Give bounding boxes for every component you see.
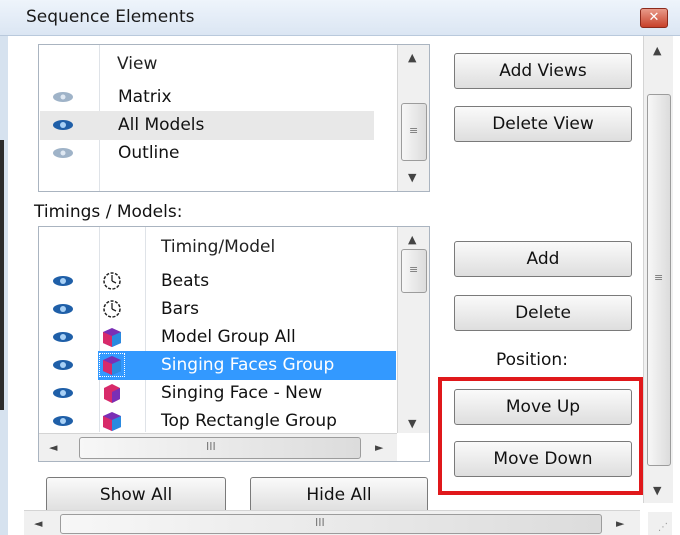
views-column-header: View [117,54,158,74]
view-row-matrix[interactable]: Matrix [40,83,374,112]
view-label: Outline [118,143,180,163]
timing-label: Beats [161,271,210,291]
scroll-left-arrow[interactable]: ◄ [49,441,57,454]
position-label: Position: [496,350,568,370]
highlight-annotation-box [438,377,643,495]
views-vertical-scrollbar[interactable]: ▲ ≡ ▼ [397,45,429,191]
scroll-right-arrow[interactable]: ► [375,441,383,454]
background-window-edge [0,140,4,410]
timings-horizontal-scrollbar[interactable]: ◄ III ► [39,433,397,461]
model-group-icon [99,353,125,377]
scroll-down-arrow[interactable]: ▼ [408,171,416,184]
grip-icon: III [315,516,325,529]
grip-icon: III [206,440,216,453]
model-label: Model Group All [161,327,296,347]
view-label: All Models [118,115,205,135]
views-list[interactable]: View Matrix All Models Outline ▲ ≡ ▼ [38,44,430,192]
scroll-down-arrow[interactable]: ▼ [653,484,661,497]
timing-row-bars[interactable]: Bars [40,295,396,324]
grip-icon: ≡ [654,271,664,284]
delete-button[interactable]: Delete [454,295,632,331]
timings-vertical-scrollbar[interactable]: ▲ ≡ ▼ [397,227,429,433]
timing-clock-icon [103,272,121,290]
grip-icon: ≡ [409,124,419,137]
scroll-right-arrow[interactable]: ► [616,517,624,530]
view-row-outline[interactable]: Outline [40,139,374,168]
model-row-model-group-all[interactable]: Model Group All [40,323,396,352]
model-row-singing-face-new[interactable]: Singing Face - New [40,379,396,408]
eye-visible-icon[interactable] [52,415,74,427]
view-label: Matrix [118,87,172,107]
panel-horizontal-scrollbar[interactable]: ◄ III ► [24,510,640,535]
eye-hidden-icon[interactable] [52,91,74,103]
model-label: Top Rectangle Group [161,411,337,431]
scroll-up-arrow[interactable]: ▲ [653,44,661,57]
scroll-up-arrow[interactable]: ▲ [408,51,416,64]
model-icon [104,384,120,403]
add-button[interactable]: Add [454,241,632,277]
model-group-icon [103,412,121,431]
scroll-up-arrow[interactable]: ▲ [408,233,416,246]
view-row-all-models[interactable]: All Models [40,111,374,140]
eye-visible-icon[interactable] [52,331,74,343]
eye-visible-icon[interactable] [52,387,74,399]
add-views-button[interactable]: Add Views [454,53,632,89]
timing-model-column-header: Timing/Model [161,237,276,257]
timing-clock-icon [103,300,121,318]
eye-visible-icon[interactable] [52,303,74,315]
eye-visible-icon[interactable] [52,119,74,131]
timings-list[interactable]: Timing/Model Beats Bars Model Group All [38,226,430,462]
close-button[interactable]: ✕ [640,8,668,28]
scroll-down-arrow[interactable]: ▼ [408,417,416,430]
scroll-thumb[interactable]: ≡ [401,103,427,161]
window-title: Sequence Elements [26,7,195,27]
model-group-icon [103,328,121,347]
resize-grip[interactable]: ⋰ [648,512,672,535]
scroll-thumb[interactable]: III [79,437,361,459]
hide-all-button[interactable]: Hide All [250,477,428,513]
model-row-top-rectangle-group[interactable]: Top Rectangle Group [40,407,396,436]
scroll-left-arrow[interactable]: ◄ [34,517,42,530]
model-row-singing-faces-group[interactable]: Singing Faces Group [40,351,396,380]
eye-visible-icon[interactable] [52,275,74,287]
scroll-thumb[interactable]: III [60,514,602,534]
timings-section-label: Timings / Models: [34,202,183,222]
scroll-thumb[interactable]: ≡ [647,94,671,466]
grip-icon: ≡ [409,263,419,276]
eye-hidden-icon[interactable] [52,147,74,159]
delete-view-button[interactable]: Delete View [454,106,632,142]
eye-visible-icon[interactable] [52,359,74,371]
scroll-thumb[interactable]: ≡ [401,249,427,293]
model-label: Singing Face - New [161,383,323,403]
timing-row-beats[interactable]: Beats [40,267,396,296]
timing-label: Bars [161,299,199,319]
model-label: Singing Faces Group [161,355,335,375]
show-all-button[interactable]: Show All [46,477,226,513]
panel-vertical-scrollbar[interactable]: ▲ ≡ ▼ [643,36,673,503]
resize-grip-icon: ⋰ [658,522,668,533]
